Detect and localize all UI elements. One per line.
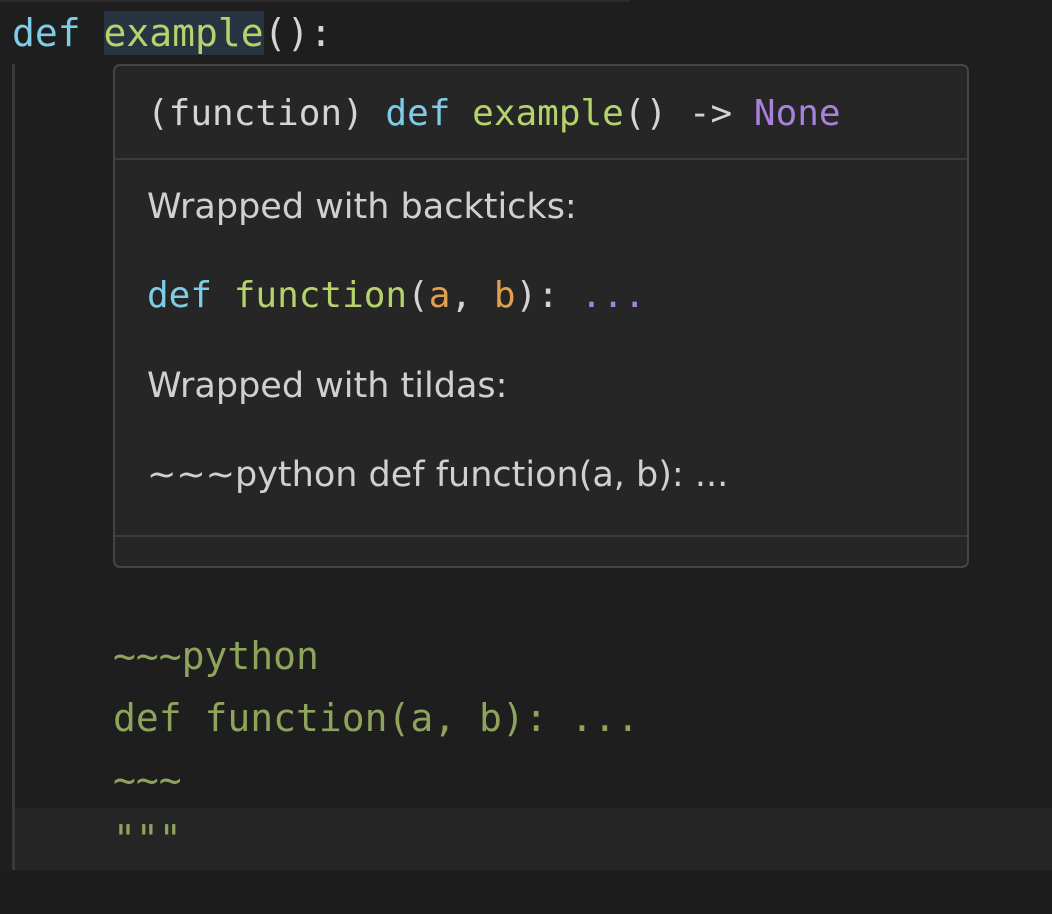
code-editor[interactable]: def example(): ~~~python def function(a,…: [0, 0, 1052, 914]
docstring-line[interactable]: ~~~: [113, 749, 182, 811]
docstring-line[interactable]: """: [113, 808, 182, 870]
docstring-line[interactable]: def function(a, b): ...: [113, 687, 639, 749]
code-param-a: a: [428, 275, 451, 316]
code-open-paren: (: [407, 275, 429, 316]
function-parens: ():: [263, 11, 333, 55]
hover-divider: [115, 158, 967, 160]
docstring-line[interactable]: ~~~python: [113, 625, 319, 687]
code-close-paren: ):: [515, 275, 581, 316]
hover-divider: [115, 535, 967, 537]
def-keyword: def: [12, 11, 81, 55]
code-def-keyword: def: [147, 275, 213, 316]
code-comma: ,: [450, 275, 494, 316]
code-line-def[interactable]: def example():: [12, 2, 332, 64]
hover-signature: (function) def example() -> None: [147, 86, 841, 142]
hover-paragraph: Wrapped with backticks:: [147, 187, 577, 227]
hover-code-block: def function(a, b): ...: [147, 268, 646, 324]
signature-function-name: example: [472, 93, 624, 134]
code-function-name: function: [233, 275, 408, 316]
indent-guide: [12, 64, 15, 870]
signature-prefix: (function): [147, 93, 386, 134]
code-param-b: b: [493, 275, 516, 316]
signature-parens: () ->: [623, 93, 754, 134]
hover-paragraph: Wrapped with tildas:: [147, 366, 508, 406]
hover-tooltip[interactable]: (function) def example() -> None Wrapped…: [113, 64, 969, 568]
signature-return-type: None: [753, 93, 841, 134]
hover-paragraph: ~~~python def function(a, b): ...: [147, 455, 729, 495]
signature-def-keyword: def: [385, 93, 451, 134]
code-ellipsis: ...: [580, 275, 646, 316]
function-name-example[interactable]: example: [103, 11, 264, 55]
editor-bottom-area: [0, 870, 1052, 914]
